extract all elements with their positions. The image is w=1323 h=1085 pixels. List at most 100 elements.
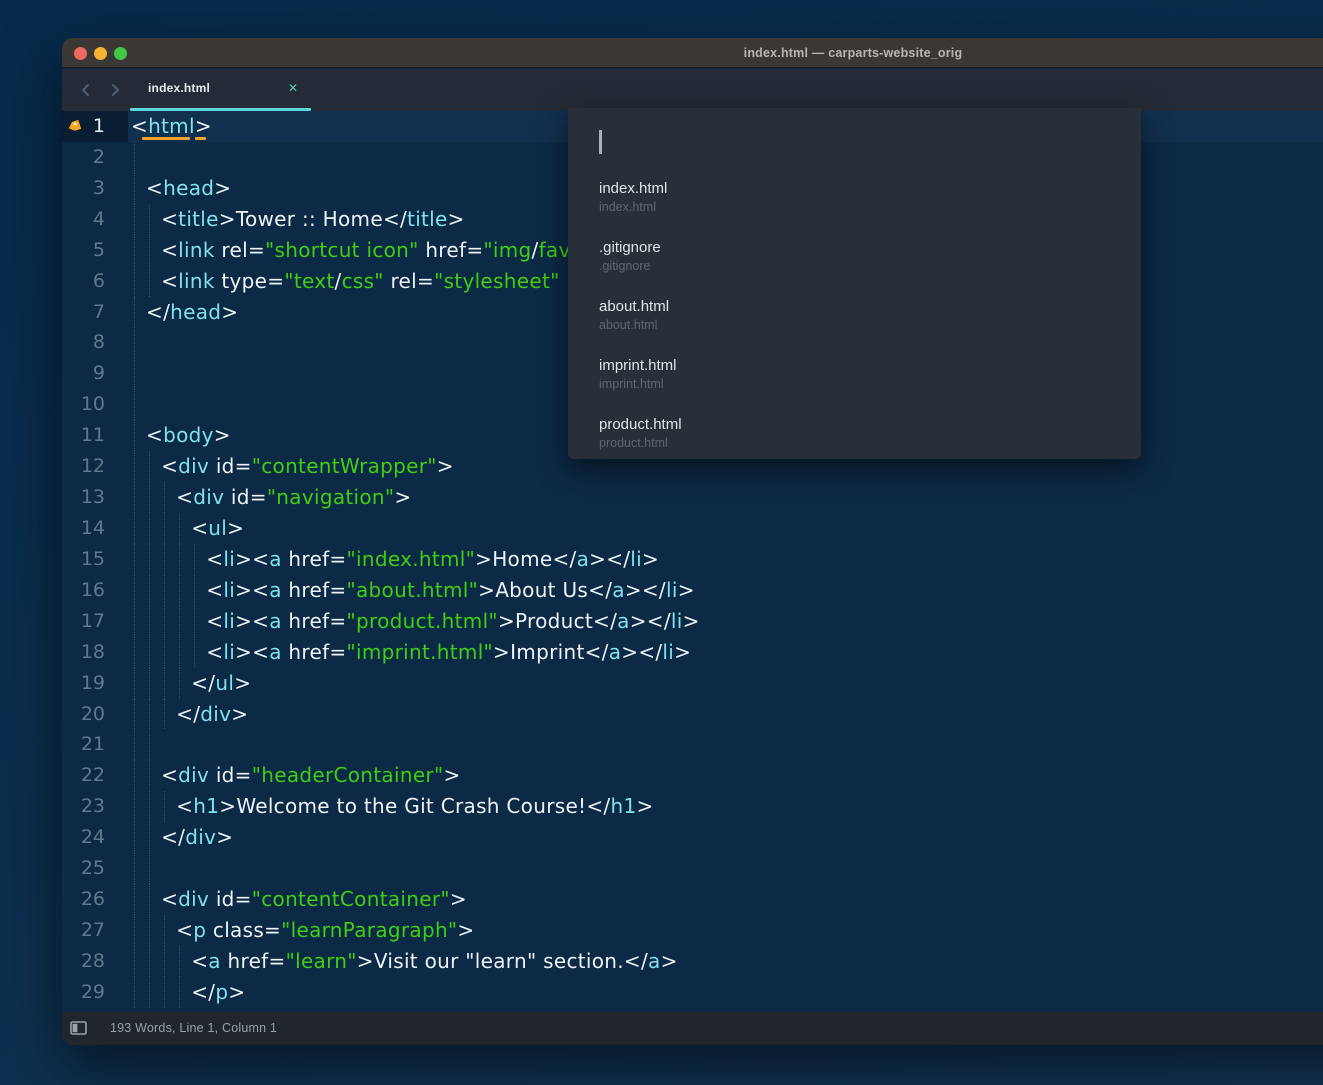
line-number[interactable]: 1	[62, 111, 105, 142]
code-line[interactable]: 16<li><a href="about.html">About Us</a><…	[62, 575, 1323, 606]
line-number[interactable]: 13	[62, 482, 105, 513]
code-line[interactable]: 28<a href="learn">Visit our "learn" sect…	[62, 946, 1323, 977]
code-token: h1	[193, 794, 219, 818]
indent-guide	[149, 482, 150, 513]
line-number[interactable]: 15	[62, 544, 105, 575]
forward-icon[interactable]	[106, 81, 124, 99]
code-token: "product.html"	[347, 609, 498, 633]
code-token: body	[163, 423, 214, 447]
indent-guide	[179, 946, 180, 977]
line-number[interactable]: 2	[62, 142, 105, 173]
file-list-item[interactable]: .gitignore.gitignore	[568, 237, 1141, 296]
code-line[interactable]: 25	[62, 853, 1323, 884]
line-number[interactable]: 5	[62, 235, 105, 266]
code-token: <	[176, 485, 193, 509]
indent-guide	[134, 946, 135, 977]
line-number[interactable]: 16	[62, 575, 105, 606]
code-line[interactable]: 23<h1>Welcome to the Git Crash Course!</…	[62, 791, 1323, 822]
file-list-item[interactable]: index.htmlindex.html	[568, 178, 1141, 237]
line-number[interactable]: 19	[62, 668, 105, 699]
indent-guide	[164, 637, 165, 668]
indent-guide	[179, 513, 180, 544]
file-list-item[interactable]: imprint.htmlimprint.html	[568, 355, 1141, 414]
line-number[interactable]: 27	[62, 915, 105, 946]
code-line[interactable]: 29</p>	[62, 977, 1323, 1008]
code-token: li	[223, 578, 235, 602]
code-token: "learnParagraph"	[281, 918, 457, 942]
tab-index-html[interactable]: index.html ✕	[130, 69, 311, 111]
line-number[interactable]: 9	[62, 358, 105, 389]
line-number[interactable]: 14	[62, 513, 105, 544]
line-number[interactable]: 29	[62, 977, 105, 1008]
code-token: href=	[282, 640, 347, 664]
code-text: <h1>Welcome to the Git Crash Course!</h1…	[176, 791, 653, 822]
code-line[interactable]: 27<p class="learnParagraph">	[62, 915, 1323, 946]
line-number[interactable]: 11	[62, 420, 105, 451]
indent-guide	[179, 544, 180, 575]
quick-open-input[interactable]	[596, 128, 1106, 158]
code-line[interactable]: 19</ul>	[62, 668, 1323, 699]
line-number[interactable]: 8	[62, 327, 105, 358]
line-number[interactable]: 28	[62, 946, 105, 977]
code-line[interactable]: 14<ul>	[62, 513, 1323, 544]
code-token: </	[146, 300, 170, 324]
sidebar-toggle-icon[interactable]	[70, 1021, 87, 1035]
code-token: /	[532, 238, 539, 262]
code-line[interactable]: 21	[62, 729, 1323, 760]
file-list-item[interactable]: about.htmlabout.html	[568, 296, 1141, 355]
code-line[interactable]: 13<div id="navigation">	[62, 482, 1323, 513]
back-icon[interactable]	[77, 81, 95, 99]
indent-guide	[179, 637, 180, 668]
line-number[interactable]: 26	[62, 884, 105, 915]
code-token: >	[493, 640, 510, 664]
file-list-item[interactable]: product.htmlproduct.html	[568, 414, 1141, 473]
indent-guide	[164, 575, 165, 606]
code-line[interactable]: 18<li><a href="imprint.html">Imprint</a>…	[62, 637, 1323, 668]
code-line[interactable]: 20</div>	[62, 699, 1323, 730]
code-token: <	[176, 794, 193, 818]
line-number[interactable]: 23	[62, 791, 105, 822]
line-number[interactable]: 18	[62, 637, 105, 668]
line-number[interactable]: 3	[62, 173, 105, 204]
code-token: >	[443, 763, 460, 787]
code-token: >	[637, 794, 654, 818]
line-number[interactable]: 6	[62, 266, 105, 297]
line-number[interactable]: 4	[62, 204, 105, 235]
code-line[interactable]: 15<li><a href="index.html">Home</a></li>	[62, 544, 1323, 575]
code-token: p	[193, 918, 206, 942]
line-number[interactable]: 12	[62, 451, 105, 482]
code-token: <	[161, 763, 178, 787]
code-token: ></	[589, 547, 630, 571]
line-number[interactable]: 20	[62, 699, 105, 730]
line-number[interactable]: 10	[62, 389, 105, 420]
indent-guide	[149, 204, 150, 235]
code-token: >	[448, 207, 465, 231]
indent-guide	[134, 235, 135, 266]
code-token: Imprint	[510, 640, 584, 664]
indent-guide	[194, 544, 195, 575]
code-line[interactable]: 22<div id="headerContainer">	[62, 760, 1323, 791]
code-line[interactable]: 17<li><a href="product.html">Product</a>…	[62, 606, 1323, 637]
code-line[interactable]: 26<div id="contentContainer">	[62, 884, 1323, 915]
minimize-window-button[interactable]	[94, 47, 107, 60]
indent-guide	[134, 729, 135, 760]
line-number[interactable]: 24	[62, 822, 105, 853]
code-line[interactable]: 24</div>	[62, 822, 1323, 853]
zoom-window-button[interactable]	[114, 47, 127, 60]
line-number[interactable]: 17	[62, 606, 105, 637]
line-number[interactable]: 21	[62, 729, 105, 760]
line-number[interactable]: 7	[62, 297, 105, 328]
code-token: "stylesheet"	[434, 269, 560, 293]
code-token: >	[221, 300, 238, 324]
code-token: >	[661, 949, 678, 973]
code-token: </	[585, 640, 609, 664]
indent-guide	[149, 946, 150, 977]
indent-guide	[149, 575, 150, 606]
indent-guide	[149, 606, 150, 637]
line-number[interactable]: 25	[62, 853, 105, 884]
tab-close-icon[interactable]: ✕	[288, 69, 298, 108]
position-marker-underline	[142, 137, 190, 140]
code-token: <	[146, 176, 163, 200]
line-number[interactable]: 22	[62, 760, 105, 791]
close-window-button[interactable]	[74, 47, 87, 60]
